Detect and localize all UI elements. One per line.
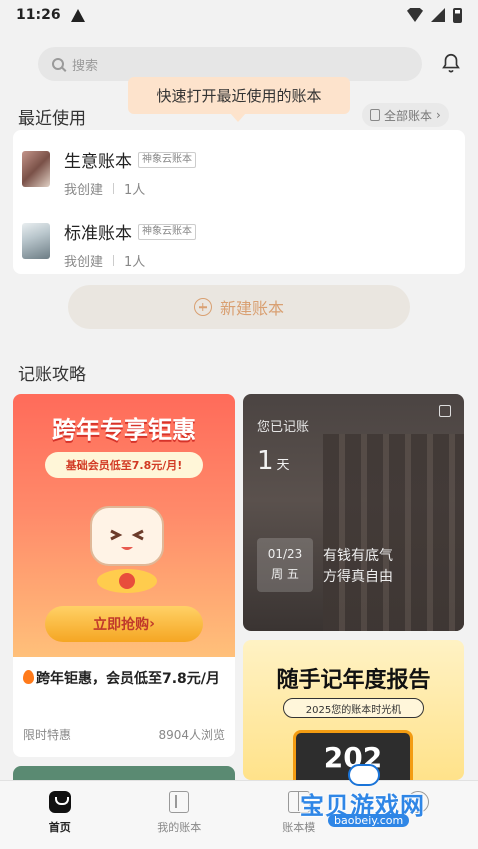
account-members: 1人 [124,255,146,270]
tab-home-label: 首页 [48,821,71,834]
promo-ribbon: 基础会员低至7.8元/月! [45,452,203,478]
guide-title: 记账攻略 [18,365,86,385]
new-account-label: 新建账本 [219,299,284,318]
promo-text-content: 跨年钜惠，会员低至7.8元/月 [36,671,220,687]
chevron-right-icon: › [436,108,441,122]
tab-my-accounts-label: 我的账本 [157,821,202,834]
warning-icon [70,8,85,22]
fire-icon [23,670,34,684]
report-card[interactable]: 随手记年度报告 2025您的账本时光机 202 [243,640,464,780]
account-thumbnail [22,151,50,187]
recent-accounts-card: 生意账本 神象云账本 我创建 1人 标准账本 神象云账本 我创建 1人 [13,130,465,274]
diary-days: 1天 [257,446,290,476]
divider [113,255,115,266]
diary-days-unit: 天 [276,458,290,473]
new-account-button[interactable]: 新建账本 [68,285,410,329]
account-thumbnail [22,223,50,259]
diary-card[interactable]: 您已记账 1天 01/23 周 五 有钱有底气 方得真自由 [243,394,464,631]
status-time: 11:26 [16,7,61,23]
account-members: 1人 [124,183,146,198]
account-creator: 我创建 [64,255,104,270]
wifi-icon [407,8,423,22]
promo-headline: 跨年专享钜惠 [52,416,196,444]
promo-tag: 限时特惠 [23,728,72,742]
gamepad-icon [348,764,380,786]
promo-card[interactable]: 跨年专享钜惠 基础会员低至7.8元/月! 立即抢购 › 跨年钜惠，会员低至7.8… [13,394,235,757]
promo-banner: 跨年专享钜惠 基础会员低至7.8元/月! 立即抢购 › [13,394,235,657]
account-row-standard[interactable]: 标准账本 神象云账本 我创建 1人 [22,214,452,274]
plus-icon [193,298,212,316]
book-icon [370,109,380,121]
account-tag: 神象云账本 [138,223,196,240]
grab-button[interactable]: 立即抢购 › [45,606,203,642]
date-box: 01/23 周 五 [257,538,313,592]
report-subtitle: 2025您的账本时光机 [283,698,424,718]
status-indicators [407,7,462,23]
building-image [323,434,464,631]
battery-icon [453,7,462,23]
all-accounts-button[interactable]: 全部账本 › [362,103,449,127]
account-name: 标准账本 [64,224,132,244]
quote-line-1: 有钱有底气 [323,548,393,564]
report-title: 随手记年度报告 [276,668,431,693]
diary-days-value: 1 [257,446,274,476]
diary-date: 01/23 [267,547,303,561]
search-icon [52,58,64,70]
search-input[interactable]: 搜索 [38,47,422,81]
share-icon[interactable] [439,405,451,417]
account-name: 生意账本 [64,152,132,172]
home-icon [48,791,71,813]
account-row-business[interactable]: 生意账本 神象云账本 我创建 1人 [22,142,452,202]
signal-icon [431,8,445,22]
promo-views: 8904人浏览 [158,728,225,742]
promo-text: 跨年钜惠，会员低至7.8元/月 [13,657,235,691]
diary-quote: 有钱有底气 方得真自由 [323,546,393,588]
account-tag: 神象云账本 [138,151,196,168]
divider [113,183,115,194]
recent-title: 最近使用 [18,109,86,129]
tab-home[interactable]: 首页 [0,781,120,849]
quote-line-2: 方得真自由 [323,569,393,585]
watermark-url: baobeiy.com [328,814,410,827]
diary-label: 您已记账 [257,420,310,435]
status-bar: 11:26 [0,0,478,30]
search-placeholder: 搜索 [72,58,99,74]
tab-my-accounts[interactable]: 我的账本 [120,781,240,849]
grab-button-label: 立即抢购 [93,617,150,633]
book-icon [169,791,190,813]
mascot-icon [90,506,164,593]
diary-weekday: 周 五 [271,567,299,581]
bell-icon[interactable] [440,52,462,74]
account-creator: 我创建 [64,183,104,198]
watermark-logo: 宝贝游戏网 baobeiy.com [270,760,470,840]
recent-tooltip: 快速打开最近使用的账本 [128,77,350,122]
promo-footer: 限时特惠 8904人浏览 [23,726,225,743]
all-accounts-label: 全部账本 [384,108,433,123]
chevron-right-icon: › [149,616,155,632]
